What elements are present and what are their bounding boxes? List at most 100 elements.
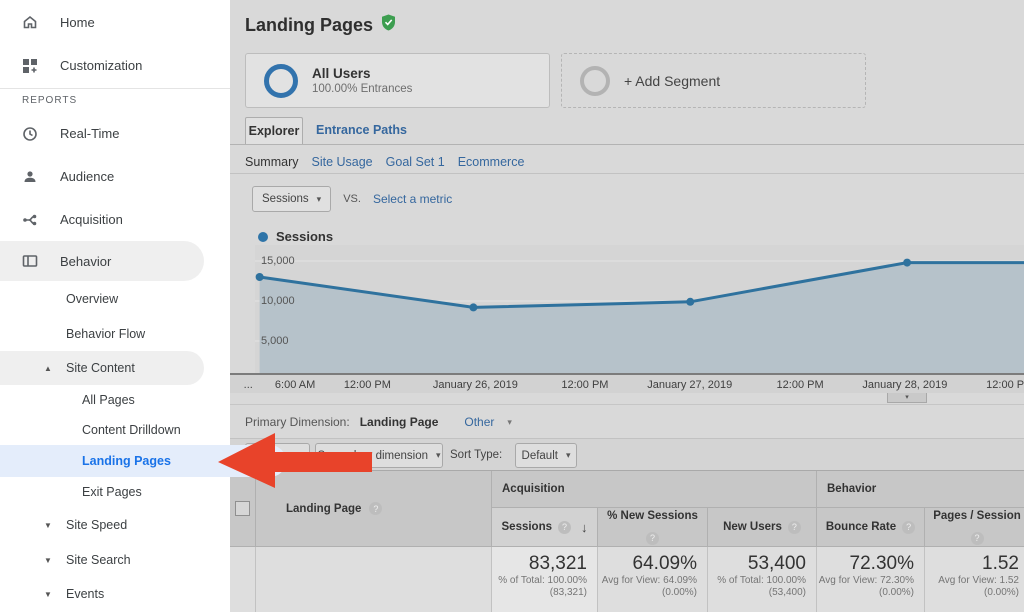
sidebar-item-content-drilldown[interactable]: Content Drilldown xyxy=(0,415,230,445)
sidebar-item-label: Site Speed xyxy=(66,518,127,532)
help-icon[interactable]: ? xyxy=(558,521,571,534)
group-header-acquisition: Acquisition xyxy=(492,471,817,508)
sidebar-item-behavior[interactable]: Behavior xyxy=(0,241,204,281)
help-icon[interactable]: ? xyxy=(646,532,659,545)
customization-icon xyxy=(22,58,38,74)
sessions-timeline-chart: 15,00010,0005,000 xyxy=(255,245,1024,373)
other-dimension-link[interactable]: Other xyxy=(464,415,494,429)
timeline-expand-tab[interactable]: ▾ xyxy=(887,393,927,403)
sidebar-item-label: Landing Pages xyxy=(82,454,171,468)
x-tick-label: January 28, 2019 xyxy=(862,379,947,391)
data-point-marker xyxy=(903,259,911,267)
metric-dropdown[interactable]: Sessions ▾ xyxy=(252,186,331,212)
totals-bounce-rate: 72.30% Avg for View: 72.30% (0.00%) xyxy=(817,547,925,612)
segment-title: All Users xyxy=(312,66,412,81)
sidebar-item-overview[interactable]: Overview xyxy=(0,281,230,317)
sidebar-item-audience[interactable]: Audience xyxy=(0,155,230,198)
behavior-icon xyxy=(22,253,38,269)
sidebar-item-all-pages[interactable]: All Pages xyxy=(0,385,230,415)
totals-checkbox-cell xyxy=(230,547,256,612)
chevron-down-icon: ▾ xyxy=(317,194,322,205)
sidebar-item-label: Customization xyxy=(60,58,142,73)
tab-explorer[interactable]: Explorer xyxy=(245,117,303,144)
sidebar-item-label: Behavior xyxy=(60,254,111,269)
tab-bar: Explorer Entrance Paths xyxy=(230,117,1024,145)
help-icon[interactable]: ? xyxy=(788,521,801,534)
segment-card-all-users[interactable]: All Users 100.00% Entrances xyxy=(245,53,550,108)
sidebar-item-label: Content Drilldown xyxy=(82,423,181,437)
sidebar-item-customization[interactable]: Customization xyxy=(0,44,230,87)
tab-entrance-paths[interactable]: Entrance Paths xyxy=(316,123,407,137)
clock-icon xyxy=(22,126,38,142)
totals-landing-page-cell xyxy=(256,547,492,612)
sidebar-item-label: Behavior Flow xyxy=(66,327,145,341)
section-divider xyxy=(230,404,1024,405)
help-icon[interactable]: ? xyxy=(902,521,915,534)
select-all-checkbox[interactable] xyxy=(235,501,250,516)
sidebar-item-realtime[interactable]: Real-Time xyxy=(0,112,230,155)
add-segment-label: + Add Segment xyxy=(624,73,720,89)
person-icon xyxy=(22,169,38,185)
collapse-triangle-icon: ▲ xyxy=(44,364,52,373)
sidebar-item-label: Exit Pages xyxy=(82,485,142,499)
sidebar-item-label: Overview xyxy=(66,292,118,306)
home-icon xyxy=(22,14,38,30)
page-title-row: Landing Pages xyxy=(245,14,396,36)
select-a-metric-link[interactable]: Select a metric xyxy=(373,192,452,206)
sidebar-item-exit-pages[interactable]: Exit Pages xyxy=(0,477,230,507)
subnav-ecommerce[interactable]: Ecommerce xyxy=(458,155,525,169)
x-tick-label: January 26, 2019 xyxy=(433,379,518,391)
reports-section-label: REPORTS xyxy=(0,89,230,112)
sort-type-label: Sort Type: xyxy=(450,449,502,461)
sidebar-item-site-content[interactable]: ▲ Site Content xyxy=(0,351,204,385)
subnav-goal-set-1[interactable]: Goal Set 1 xyxy=(386,155,445,169)
sidebar-item-site-search[interactable]: ▼ Site Search xyxy=(0,543,230,577)
legend-label: Sessions xyxy=(276,229,333,244)
totals-sessions: 83,321 % of Total: 100.00% (83,321) xyxy=(492,547,598,612)
data-point-marker xyxy=(469,303,477,311)
column-header-new-sessions[interactable]: % New Sessions ? xyxy=(598,508,708,546)
segment-donut-icon xyxy=(264,64,298,98)
sidebar-item-home[interactable]: Home xyxy=(0,0,230,44)
column-header-new-users[interactable]: New Users ? xyxy=(708,508,817,546)
sidebar-item-site-speed[interactable]: ▼ Site Speed xyxy=(0,507,230,543)
sidebar: Home Customization REPORTS Real-Time xyxy=(0,0,230,612)
x-tick-label: 12:00 PM xyxy=(777,379,824,391)
subnav-summary[interactable]: Summary xyxy=(245,155,298,169)
verified-shield-icon xyxy=(381,14,396,36)
data-point-marker xyxy=(256,273,264,281)
subnav-bar: Summary Site Usage Goal Set 1 Ecommerce xyxy=(230,150,1024,174)
sidebar-item-label: Home xyxy=(60,15,95,30)
add-segment-button[interactable]: + Add Segment xyxy=(561,53,866,108)
area-fill xyxy=(260,263,1024,373)
sort-descending-icon: ↓ xyxy=(581,521,588,534)
sidebar-item-behavior-flow[interactable]: Behavior Flow xyxy=(0,317,230,351)
sidebar-item-label: Real-Time xyxy=(60,126,119,141)
sidebar-item-label: Site Content xyxy=(66,361,135,375)
report-main: Landing Pages All Users 100.00% Entrance… xyxy=(230,0,1024,612)
segment-donut-gray-icon xyxy=(580,66,610,96)
chevron-down-icon: ▾ xyxy=(436,450,441,461)
x-tick-label: ... xyxy=(244,379,253,391)
sidebar-item-label: Audience xyxy=(60,169,114,184)
subnav-site-usage[interactable]: Site Usage xyxy=(311,155,372,169)
sidebar-item-acquisition[interactable]: Acquisition xyxy=(0,198,230,241)
sidebar-item-label: Events xyxy=(66,587,104,601)
chevron-down-icon: ▾ xyxy=(905,394,909,401)
x-tick-label: 12:00 PM xyxy=(561,379,608,391)
sidebar-item-label: Acquisition xyxy=(60,212,123,227)
help-icon[interactable]: ? xyxy=(369,502,382,515)
column-header-bounce-rate[interactable]: Bounce Rate ? xyxy=(817,508,925,546)
column-header-pages-session[interactable]: Pages / Session ? xyxy=(925,508,1024,546)
help-icon[interactable]: ? xyxy=(971,532,984,545)
sort-type-dropdown[interactable]: Default ▾ xyxy=(515,443,577,468)
column-header-sessions[interactable]: Sessions ? ↓ xyxy=(492,508,598,546)
acquisition-icon xyxy=(22,212,38,228)
metric-dropdown-value: Sessions xyxy=(262,193,309,205)
chart-x-axis: ...6:00 AM12:00 PMJanuary 26, 201912:00 … xyxy=(230,373,1024,393)
chevron-down-icon: ▾ xyxy=(507,417,512,428)
red-arrow-shape xyxy=(218,433,372,488)
chevron-down-icon: ▾ xyxy=(566,450,571,461)
sidebar-item-events[interactable]: ▼ Events xyxy=(0,577,230,611)
expand-triangle-icon: ▼ xyxy=(44,556,52,565)
